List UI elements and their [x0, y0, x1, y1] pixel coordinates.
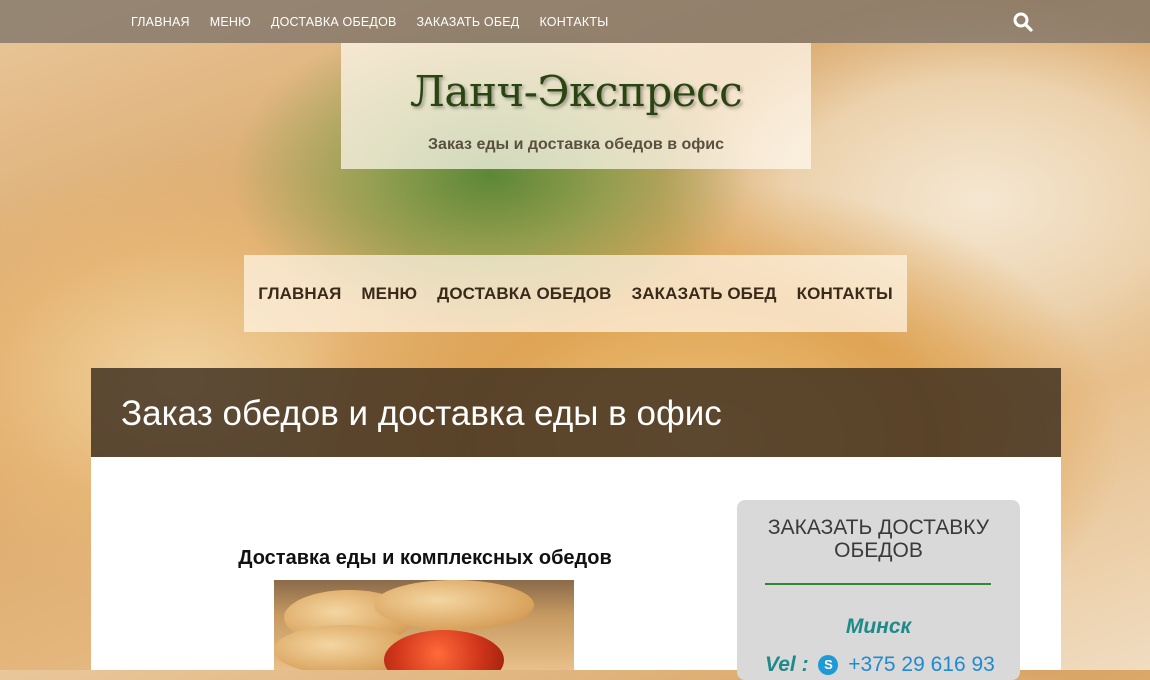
top-nav-order-link[interactable]: ЗАКАЗАТЬ ОБЕД: [417, 15, 520, 29]
main-nav-delivery-link[interactable]: ДОСТАВКА ОБЕДОВ: [437, 284, 611, 304]
site-branding: Ланч-Экспресс Заказ еды и доставка обедо…: [341, 43, 811, 169]
article-title: Доставка еды и комплексных обедов: [238, 547, 612, 569]
top-nav-menu-link[interactable]: МЕНЮ: [210, 15, 251, 29]
top-nav-contacts-link[interactable]: КОНТАКТЫ: [539, 15, 608, 29]
site-title[interactable]: Ланч-Экспресс: [341, 67, 811, 116]
main-nav-menu-link[interactable]: МЕНЮ: [361, 284, 417, 304]
order-widget: ЗАКАЗАТЬ ДОСТАВКУ ОБЕДОВ Минск Vel : S +…: [737, 500, 1020, 680]
top-nav-home-link[interactable]: ГЛАВНАЯ: [131, 15, 190, 29]
top-nav-delivery-link[interactable]: ДОСТАВКА ОБЕДОВ: [271, 15, 397, 29]
main-nav-order-link[interactable]: ЗАКАЗАТЬ ОБЕД: [631, 284, 776, 304]
main-nav: ГЛАВНАЯ МЕНЮ ДОСТАВКА ОБЕДОВ ЗАКАЗАТЬ ОБ…: [244, 255, 907, 332]
search-icon: [1013, 12, 1033, 32]
widget-title: ЗАКАЗАТЬ ДОСТАВКУ ОБЕДОВ: [767, 516, 990, 562]
widget-phone: Vel : S +375 29 616 93: [765, 653, 995, 677]
skype-icon[interactable]: S: [818, 655, 839, 675]
site-tagline: Заказ еды и доставка обедов в офис: [428, 136, 724, 153]
phone-label: Vel :: [765, 653, 809, 676]
widget-city: Минск: [845, 615, 912, 638]
page-header: Заказ обедов и доставка еды в офис: [91, 368, 1061, 457]
phone-number-link[interactable]: +375 29 616 93: [848, 653, 995, 676]
top-bar: ГЛАВНАЯ МЕНЮ ДОСТАВКА ОБЕДОВ ЗАКАЗАТЬ ОБ…: [0, 0, 1150, 43]
widget-divider: [765, 583, 991, 585]
search-button[interactable]: [1012, 11, 1034, 33]
main-nav-home-link[interactable]: ГЛАВНАЯ: [258, 284, 341, 304]
page-title: Заказ обедов и доставка еды в офис: [121, 394, 722, 433]
top-nav: ГЛАВНАЯ МЕНЮ ДОСТАВКА ОБЕДОВ ЗАКАЗАТЬ ОБ…: [131, 0, 629, 43]
pancake-shape: [374, 580, 534, 630]
article-image: [274, 580, 574, 670]
main-nav-contacts-link[interactable]: КОНТАКТЫ: [797, 284, 893, 304]
